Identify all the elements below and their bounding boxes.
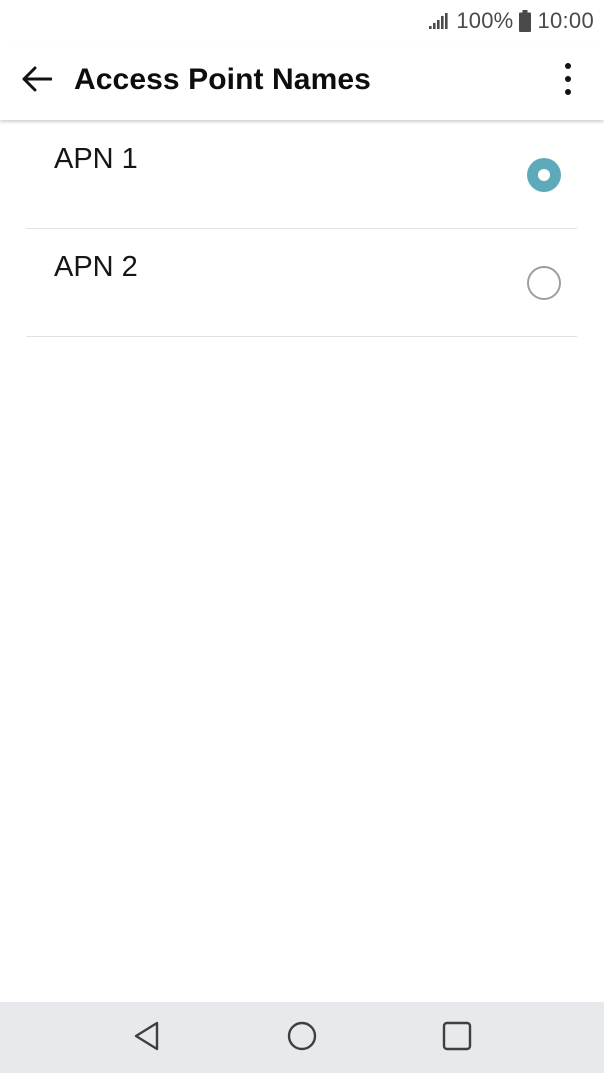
- apn-name: APN 1: [54, 143, 138, 175]
- signal-icon: [428, 12, 450, 30]
- apn-radio-selected[interactable]: [527, 158, 561, 192]
- clock: 10:00: [537, 8, 594, 33]
- battery-percentage: 100%: [456, 8, 514, 33]
- nav-recents-button[interactable]: [437, 1018, 477, 1058]
- apn-name: APN 2: [54, 251, 138, 283]
- battery-icon: [519, 10, 532, 32]
- status-bar: 100% 10:00: [0, 0, 604, 42]
- apn-screen: 100% 10:00 Access Point Names APN 1 APN …: [0, 0, 604, 1073]
- page-title: Access Point Names: [74, 63, 371, 96]
- apn-radio-unselected[interactable]: [527, 266, 561, 300]
- arrow-left-icon: [22, 66, 53, 97]
- back-button[interactable]: [14, 58, 60, 104]
- navigation-bar: [0, 1002, 604, 1073]
- nav-home-button[interactable]: [282, 1018, 322, 1058]
- nav-back-icon: [132, 1020, 162, 1057]
- toolbar: Access Point Names: [0, 42, 604, 120]
- nav-recents-icon: [441, 1020, 473, 1057]
- more-options-button[interactable]: [550, 58, 586, 104]
- apn-list-item-2[interactable]: APN 2: [26, 229, 577, 337]
- more-vert-icon: [564, 62, 572, 101]
- nav-back-button[interactable]: [127, 1018, 167, 1058]
- apn-list-item-1[interactable]: APN 1: [26, 121, 577, 229]
- status-indicators: 100% 10:00: [428, 6, 594, 36]
- apn-list: APN 1 APN 2: [26, 121, 577, 337]
- nav-home-icon: [286, 1020, 318, 1057]
